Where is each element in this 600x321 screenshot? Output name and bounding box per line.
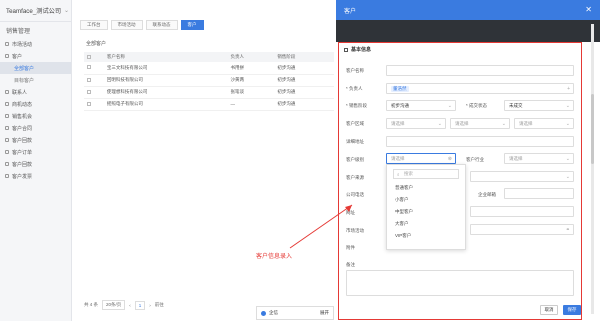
annotation-text: 客户信息录入 — [256, 254, 293, 260]
annotation-arrow — [289, 204, 353, 249]
